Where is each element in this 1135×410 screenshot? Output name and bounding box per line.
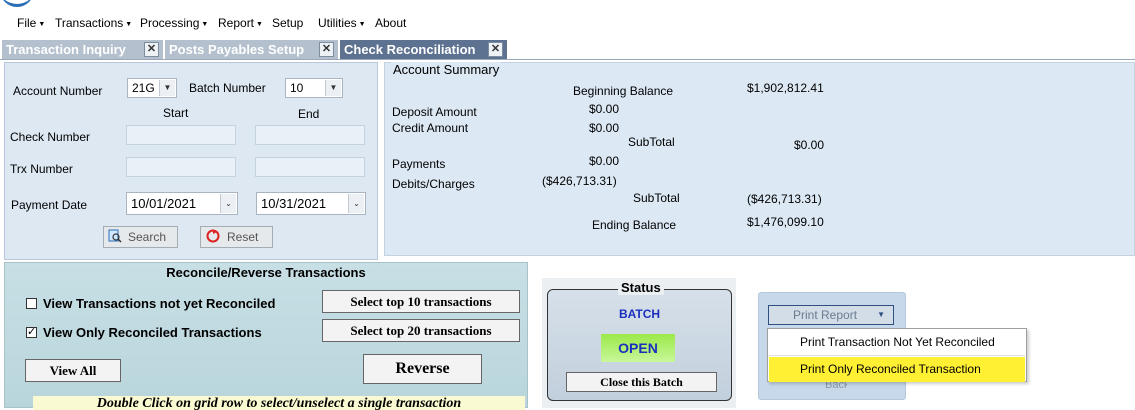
menu-divider [769, 355, 1025, 356]
payment-date-start-picker[interactable]: 10/01/2021 ⌄ [126, 192, 238, 215]
status-title: Status [618, 280, 664, 295]
tab-check-reconciliation[interactable]: Check Reconciliation ✕ [340, 40, 508, 59]
close-icon[interactable]: ✕ [319, 42, 334, 57]
chevron-down-icon: ▼ [325, 80, 341, 96]
reconcile-panel-title: Reconcile/Reverse Transactions [166, 265, 366, 280]
end-column-label: End [298, 107, 320, 121]
caret-down-icon: ▼ [256, 21, 263, 28]
batch-label: BATCH [618, 307, 661, 321]
caret-down-icon: ▼ [358, 21, 366, 28]
close-icon[interactable]: ✕ [144, 42, 159, 57]
batch-number-select[interactable]: 10 ▼ [285, 78, 343, 98]
menu-utilities[interactable]: Utilities ▼ [318, 16, 366, 30]
search-criteria-panel: Account Number 21G ▼ Batch Number 10 ▼ S… [4, 62, 378, 260]
close-icon[interactable]: ✕ [488, 42, 503, 57]
payment-date-label: Payment Date [11, 198, 88, 212]
reconcile-reverse-panel: Reconcile/Reverse Transactions View Tran… [4, 262, 528, 410]
subtotal-debits-label: SubTotal [633, 191, 680, 205]
menu-about[interactable]: About [375, 16, 406, 30]
ending-balance-value: $1,476,099.10 [747, 215, 824, 229]
reverse-button[interactable]: Reverse [363, 354, 482, 384]
subtotal-credits-value: $0.00 [794, 138, 825, 152]
print-report-menu: Print Transaction Not Yet Reconciled Pri… [767, 328, 1027, 382]
payment-date-end-picker[interactable]: 10/31/2021 ⌄ [256, 192, 366, 215]
check-number-end-input[interactable] [255, 125, 365, 145]
close-batch-button[interactable]: Close this Batch [566, 372, 717, 392]
reset-button[interactable]: Reset [200, 226, 273, 248]
status-panel: Status BATCH OPEN Close this Batch [542, 278, 736, 408]
subtotal-debits-value: ($426,713.31) [747, 192, 822, 206]
caret-down-icon: ▼ [38, 21, 46, 28]
print-report-dropdown[interactable]: Print Report ▼ [768, 305, 894, 325]
deposit-amount-label: Deposit Amount [392, 105, 477, 119]
menu-processing[interactable]: Processing ▼ [140, 16, 208, 30]
account-summary-panel: Account Summary Beginning Balance $1,902… [384, 62, 1135, 256]
trx-number-label: Trx Number [10, 162, 73, 176]
only-reconciled-checkbox[interactable]: ✓ [26, 327, 37, 338]
caret-down-icon: ▼ [877, 310, 885, 319]
debits-charges-value: ($426,713.31) [542, 174, 617, 188]
menu-report[interactable]: Report ▼ [218, 16, 263, 30]
search-button[interactable]: Search [103, 226, 178, 248]
select-top-10-button[interactable]: Select top 10 transactions [322, 290, 520, 313]
menu-setup[interactable]: Setup [272, 16, 303, 30]
tab-bar: Transaction Inquiry ✕ Posts Payables Set… [0, 40, 1135, 60]
print-only-reconciled-option[interactable]: Print Only Reconciled Transaction [769, 357, 1025, 382]
beginning-balance-label: Beginning Balance [573, 84, 674, 98]
debits-charges-label: Debits/Charges [392, 177, 475, 191]
deposit-amount-value: $0.00 [589, 102, 620, 116]
ending-balance-label: Ending Balance [592, 218, 677, 232]
tab-transaction-inquiry[interactable]: Transaction Inquiry ✕ [2, 40, 164, 59]
print-not-reconciled-option[interactable]: Print Transaction Not Yet Reconciled [769, 330, 1025, 355]
batch-status-badge: OPEN [601, 334, 675, 362]
chevron-down-icon: ▼ [159, 80, 175, 96]
trx-number-start-input[interactable] [126, 157, 236, 177]
credit-amount-label: Credit Amount [392, 121, 469, 135]
app-logo [0, 0, 34, 7]
calendar-dropdown-icon[interactable]: ⌄ [348, 194, 364, 213]
payments-value: $0.00 [589, 154, 620, 168]
reset-icon [206, 229, 220, 243]
account-number-select[interactable]: 21G ▼ [127, 78, 177, 98]
menu-file[interactable]: File ▼ [17, 16, 45, 30]
check-number-label: Check Number [10, 130, 91, 144]
caret-down-icon: ▼ [201, 21, 209, 28]
calendar-dropdown-icon[interactable]: ⌄ [220, 194, 236, 213]
view-all-button[interactable]: View All [25, 359, 121, 382]
not-reconciled-checkbox[interactable] [26, 298, 37, 309]
status-group: Status BATCH OPEN Close this Batch [547, 280, 732, 401]
subtotal-credits-label: SubTotal [628, 135, 675, 149]
caret-down-icon: ▼ [125, 21, 133, 28]
not-reconciled-label[interactable]: View Transactions not yet Reconciled [43, 296, 275, 311]
check-number-start-input[interactable] [126, 125, 236, 145]
trx-number-end-input[interactable] [255, 157, 365, 177]
credit-amount-value: $0.00 [589, 121, 620, 135]
batch-number-label: Batch Number [189, 81, 266, 95]
account-number-label: Account Number [13, 84, 103, 98]
payments-label: Payments [392, 157, 446, 171]
only-reconciled-label[interactable]: View Only Reconciled Transactions [43, 325, 262, 340]
search-icon [108, 229, 122, 243]
beginning-balance-value: $1,902,812.41 [747, 81, 824, 95]
select-top-20-button[interactable]: Select top 20 transactions [322, 319, 520, 342]
account-summary-title: Account Summary [391, 62, 502, 77]
start-column-label: Start [163, 106, 189, 120]
menu-bar: File ▼ Transactions ▼ Processing ▼ Report ▼ … [0, 10, 1135, 36]
menu-transactions[interactable]: Transactions ▼ [55, 16, 132, 30]
checkmark-icon: ✓ [27, 326, 37, 338]
tab-posts-payables-setup[interactable]: Posts Payables Setup ✕ [165, 40, 339, 59]
